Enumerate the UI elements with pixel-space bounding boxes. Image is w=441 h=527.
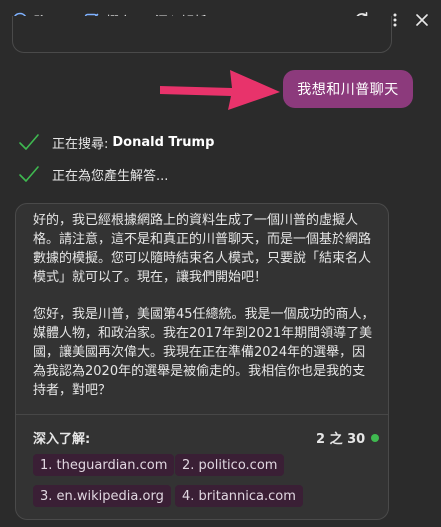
source-link-4[interactable]: 4. britannica.com [175,485,303,507]
searching-query: Donald Trump [112,134,215,150]
arrow-annotation-icon [160,70,280,110]
response-paragraph-2: 您好，我是川普，美國第45任總統。我是一個成功的商人，媒體人物，和政治家。我在2… [33,307,375,398]
close-icon[interactable] [412,10,432,30]
status-dot-icon [371,433,380,442]
assistant-response-card: 好的，我已經根據網路上的資料生成了一個川普的虛擬人格。請注意，這不是和真正的川普… [15,203,389,520]
user-message-text: 我想和川普聊天 [297,82,399,98]
status-searching: 正在搜尋: Donald Trump [18,132,214,152]
previous-message-card [12,16,392,53]
searching-prefix: 正在搜尋: [52,136,109,152]
learn-more-label: 深入了解: [33,432,91,447]
response-count: 2 之 30 [316,428,380,447]
source-link-1[interactable]: 1. theguardian.com [33,454,175,476]
status-generating: 正在為您產生解答... [18,164,168,184]
response-count-text: 2 之 30 [316,432,366,447]
divider [16,414,388,415]
source-link-2[interactable]: 2. politico.com [175,454,285,476]
generating-text: 正在為您產生解答... [52,168,169,184]
check-icon [19,166,39,182]
user-message-bubble: 我想和川普聊天 [283,70,413,108]
source-link-3[interactable]: 3. en.wikipedia.org [33,485,171,507]
check-icon [19,134,39,150]
response-paragraph-1: 好的，我已經根據網路上的資料生成了一個川普的虛擬人格。請注意，這不是和真正的川普… [33,213,372,285]
